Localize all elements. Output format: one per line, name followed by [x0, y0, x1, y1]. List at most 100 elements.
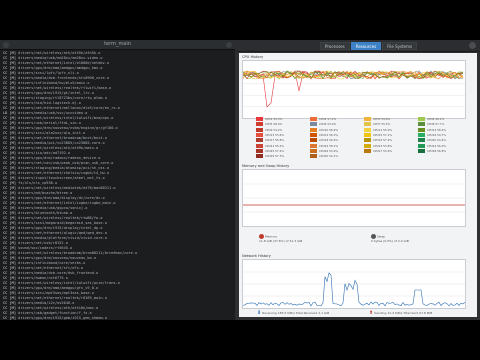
- build-step-tag: CC [M]: [3, 81, 16, 85]
- cpu-color-swatch[interactable]: [256, 132, 263, 137]
- cpu-legend-item[interactable]: CPU17 55.8%: [256, 138, 304, 143]
- build-object-path: drivers/md/bcache/btree.o: [18, 191, 73, 195]
- network-graph-lines: [242, 271, 466, 307]
- cpu-history-label: CPU History: [242, 55, 264, 59]
- cpu-legend-item[interactable]: CPU19 57.9%: [364, 138, 412, 143]
- cpu-legend-item[interactable]: CPU29 57.3%: [256, 154, 304, 159]
- terminal-output[interactable]: CC [M] drivers/net/wireless/ath/ath5k/at…: [0, 50, 235, 320]
- cpu-color-swatch[interactable]: [310, 138, 317, 143]
- cpu-color-swatch[interactable]: [310, 143, 317, 148]
- build-step-tag: CC [M]: [3, 206, 16, 210]
- build-object-path: drivers/net/wireless/mediatek/mt76/mac80…: [18, 186, 116, 190]
- cpu-color-swatch[interactable]: [364, 117, 371, 121]
- cpu-legend-item[interactable]: CPU2 57.2%: [310, 117, 358, 121]
- cpu-legend-item[interactable]: CPU27 55.6%: [364, 148, 412, 153]
- cpu-color-swatch[interactable]: [364, 138, 371, 143]
- terminal-titlebar[interactable]: term_main: [0, 40, 235, 50]
- cpu-legend-item[interactable]: CPU3 54.8%: [364, 117, 412, 121]
- terminal-window[interactable]: term_main CC [M] drivers/net/wireless/at…: [0, 40, 236, 320]
- cpu-color-swatch[interactable]: [364, 132, 371, 137]
- build-step-tag: CC [M]: [3, 96, 16, 100]
- cpu-color-swatch[interactable]: [310, 132, 317, 137]
- cpu-legend-item[interactable]: CPU1 55.3%: [256, 117, 304, 121]
- cpu-legend-item[interactable]: CPU15 57.1%: [364, 132, 412, 137]
- build-step-tag: CC [M]: [3, 306, 16, 310]
- cpu-legend-item[interactable]: CPU26 54.9%: [310, 148, 358, 153]
- cpu-legend-item[interactable]: CPU8 57.7%: [418, 122, 466, 127]
- cpu-color-swatch[interactable]: [256, 148, 263, 153]
- cpu-legend-item[interactable]: CPU24 56.0%: [418, 143, 466, 148]
- build-step-tag: CC [M]: [3, 251, 16, 255]
- cpu-legend-item[interactable]: CPU11 55.0%: [364, 127, 412, 132]
- cpu-color-swatch[interactable]: [256, 127, 263, 132]
- build-step-tag: CC [M]: [3, 236, 16, 240]
- cpu-legend-text: CPU2 57.2%: [319, 117, 337, 121]
- cpu-legend-item[interactable]: CPU5 58.0%: [256, 122, 304, 127]
- build-object-path: drivers/gpu/drm/nouveau/nvkm/engine/gr/g…: [18, 126, 118, 130]
- tab-file-systems[interactable]: File Systems: [382, 42, 418, 50]
- cpu-color-swatch[interactable]: [256, 122, 263, 127]
- cpu-color-swatch[interactable]: [310, 127, 317, 132]
- cpu-legend-item[interactable]: CPU12 58.4%: [418, 127, 466, 132]
- cpu-color-swatch[interactable]: [364, 127, 371, 132]
- cpu-color-swatch[interactable]: [418, 122, 425, 127]
- letterbox-top: [0, 0, 480, 40]
- cpu-legend-text: CPU17 55.8%: [265, 138, 285, 143]
- build-step-tag: CC [M]: [3, 211, 16, 215]
- cpu-color-swatch[interactable]: [364, 148, 371, 153]
- build-object-path: drivers/net/ethernet/intel/e1000e/netdev…: [18, 61, 110, 65]
- cpu-legend-item[interactable]: CPU14 56.3%: [310, 132, 358, 137]
- cpu-legend-item[interactable]: CPU7 55.5%: [364, 122, 412, 127]
- cpu-legend-item[interactable]: CPU21 55.2%: [256, 143, 304, 148]
- cpu-legend-text: CPU19 57.9%: [373, 138, 393, 143]
- cpu-legend-item[interactable]: CPU10 56.9%: [310, 127, 358, 132]
- cpu-legend-item[interactable]: CPU28 56.8%: [418, 148, 466, 153]
- cpu-legend-item[interactable]: CPU30 54.1%: [310, 154, 358, 159]
- cpu-legend-item[interactable]: CPU25 57.4%: [256, 148, 304, 153]
- tab-resources[interactable]: Resources: [350, 42, 382, 50]
- build-step-tag: CC [M]: [3, 56, 16, 60]
- cpu-legend-text: CPU6 53.9%: [319, 122, 337, 127]
- tab-processes[interactable]: Processes: [320, 42, 350, 50]
- build-step-tag: CC [M]: [3, 281, 16, 285]
- build-object-path: drivers/scsi/mpt3sas/mpt3sas_base.o: [18, 291, 94, 295]
- cpu-legend-item[interactable]: CPU23 53.8%: [364, 143, 412, 148]
- cpu-color-swatch[interactable]: [310, 148, 317, 153]
- cpu-color-swatch[interactable]: [310, 117, 317, 121]
- cpu-color-swatch[interactable]: [364, 122, 371, 127]
- build-object-path: drivers/media/i2c/ov5640.o: [18, 301, 75, 305]
- cpu-color-swatch[interactable]: [418, 127, 425, 132]
- build-object-path: drivers/media/dvb-core/dvb_frontend.o: [18, 271, 99, 275]
- close-icon[interactable]: [226, 42, 232, 48]
- cpu-color-swatch[interactable]: [418, 143, 425, 148]
- system-monitor-window[interactable]: Processes Resources File Systems CPU Histo…: [236, 40, 480, 320]
- cpu-legend-item[interactable]: CPU20 54.4%: [418, 138, 466, 143]
- cpu-color-swatch[interactable]: [418, 148, 425, 153]
- cpu-color-swatch[interactable]: [310, 154, 317, 159]
- cpu-color-swatch[interactable]: [418, 138, 425, 143]
- upload-icon: ⬆: [369, 310, 374, 316]
- build-step-tag: CC [M]: [3, 296, 16, 300]
- cpu-legend-item[interactable]: CPU22 58.1%: [310, 143, 358, 148]
- close-icon[interactable]: [469, 42, 476, 49]
- build-object-path: drivers/scsi/qla2xxx/qla_init.o: [18, 131, 86, 135]
- cpu-legend-item[interactable]: CPU4 56.1%: [418, 117, 466, 121]
- cpu-color-swatch[interactable]: [256, 117, 263, 121]
- cpu-color-swatch[interactable]: [364, 143, 371, 148]
- build-object-path: drivers/hid/hid-logitech-dj.o: [18, 101, 81, 105]
- build-step-tag: CC [M]: [3, 86, 16, 90]
- cpu-legend-item[interactable]: CPU6 53.9%: [310, 122, 358, 127]
- cpu-legend-item[interactable]: CPU9 54.2%: [256, 127, 304, 132]
- cpu-color-swatch[interactable]: [310, 122, 317, 127]
- cpu-color-swatch[interactable]: [418, 117, 425, 121]
- cpu-color-swatch[interactable]: [256, 138, 263, 143]
- cpu-legend-item[interactable]: CPU18 56.6%: [310, 138, 358, 143]
- cpu-color-swatch[interactable]: [418, 132, 425, 137]
- build-object-path: drivers/hwmon/nct6775.o: [18, 276, 68, 280]
- cpu-color-swatch[interactable]: [256, 154, 263, 159]
- build-step-tag: CC [M]: [3, 51, 16, 55]
- cpu-legend-item[interactable]: CPU13 53.6%: [256, 132, 304, 137]
- build-step-tag: CC [M]: [3, 126, 16, 130]
- cpu-color-swatch[interactable]: [256, 143, 263, 148]
- cpu-legend-item[interactable]: CPU16 54.7%: [418, 132, 466, 137]
